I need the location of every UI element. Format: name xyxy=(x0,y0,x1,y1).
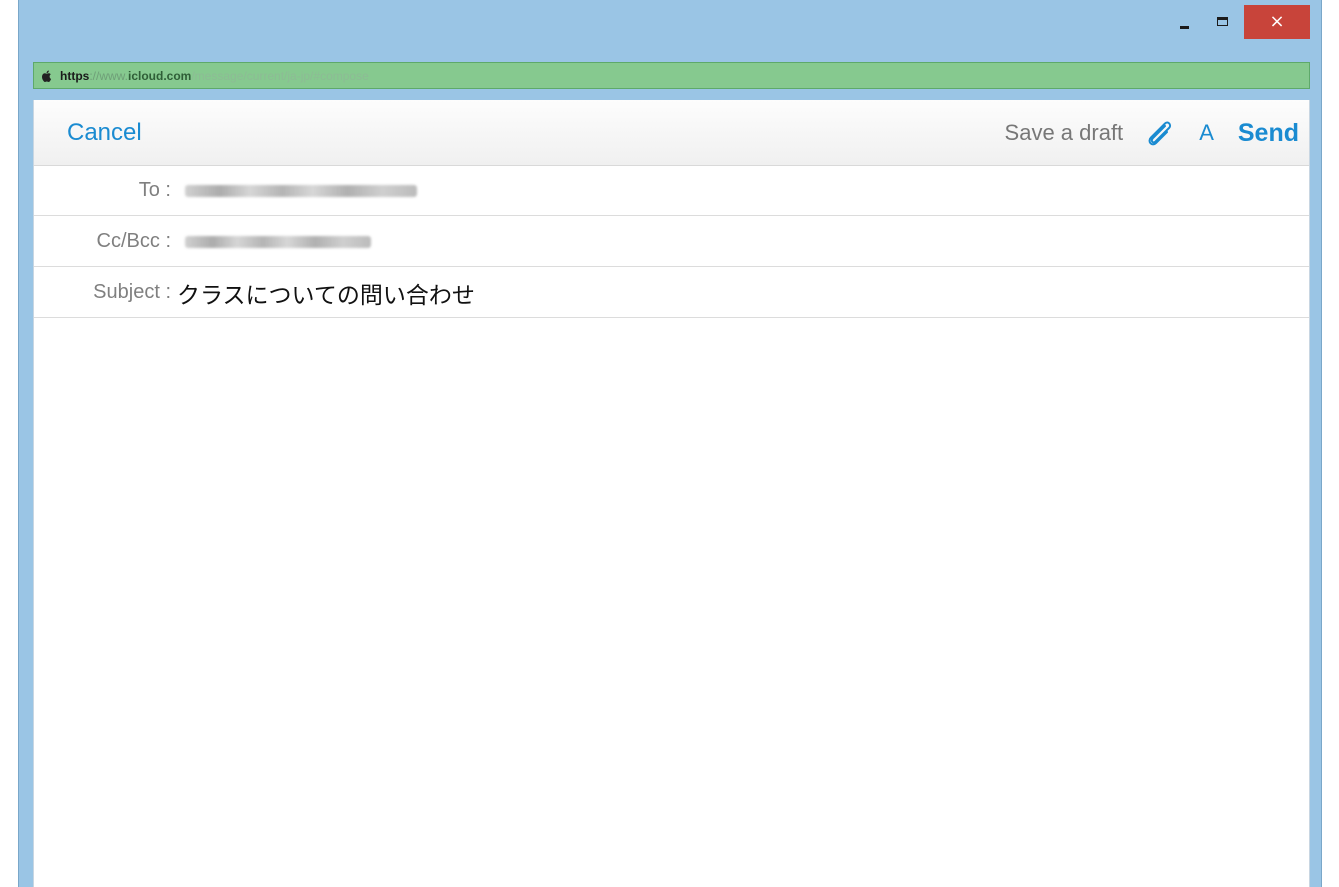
minimize-button[interactable] xyxy=(1166,4,1202,38)
title-bar[interactable]: × xyxy=(19,0,1321,56)
to-label: To : xyxy=(138,179,171,201)
url-domain: icloud.com xyxy=(128,68,192,83)
minimize-icon xyxy=(1179,25,1189,29)
maximize-icon xyxy=(1216,16,1228,26)
toolbar-actions: Save a draft A Send xyxy=(1005,117,1299,149)
subject-label: Subject : xyxy=(93,281,171,303)
to-recipient-blurred[interactable] xyxy=(185,184,417,197)
to-field-row[interactable]: To : xyxy=(34,166,1309,216)
paperclip-icon[interactable] xyxy=(1143,118,1177,148)
apple-icon xyxy=(42,70,52,82)
subject-input[interactable]: クラスについての問い合わせ xyxy=(177,276,475,310)
address-bar[interactable]: https ://www. icloud.com /message/curren… xyxy=(33,62,1310,89)
browser-window: × https ://www. icloud.com /message/curr… xyxy=(18,0,1322,887)
message-body[interactable] xyxy=(34,319,1309,887)
cc-bcc-recipient-blurred[interactable] xyxy=(185,235,371,248)
url-scheme: https xyxy=(60,68,90,83)
close-button[interactable]: × xyxy=(1244,5,1310,39)
compose-toolbar: Cancel Save a draft A Send xyxy=(34,100,1309,166)
save-draft-button[interactable]: Save a draft xyxy=(1005,120,1124,146)
subject-field-row[interactable]: Subject : クラスについての問い合わせ xyxy=(34,268,1309,318)
format-text-button[interactable]: A xyxy=(1199,120,1214,146)
cc-bcc-label: Cc/Bcc : xyxy=(96,230,171,252)
url-separator: ://www. xyxy=(89,68,128,83)
maximize-button[interactable] xyxy=(1204,4,1240,38)
send-button[interactable]: Send xyxy=(1238,119,1299,148)
cancel-button[interactable]: Cancel xyxy=(67,119,142,147)
compose-panel: Cancel Save a draft A Send To : Cc/Bcc :… xyxy=(33,100,1310,887)
cc-bcc-field-row[interactable]: Cc/Bcc : xyxy=(34,217,1309,267)
close-icon: × xyxy=(1269,11,1285,32)
url-path: /message/current/ja-jp/#compose xyxy=(191,68,369,83)
